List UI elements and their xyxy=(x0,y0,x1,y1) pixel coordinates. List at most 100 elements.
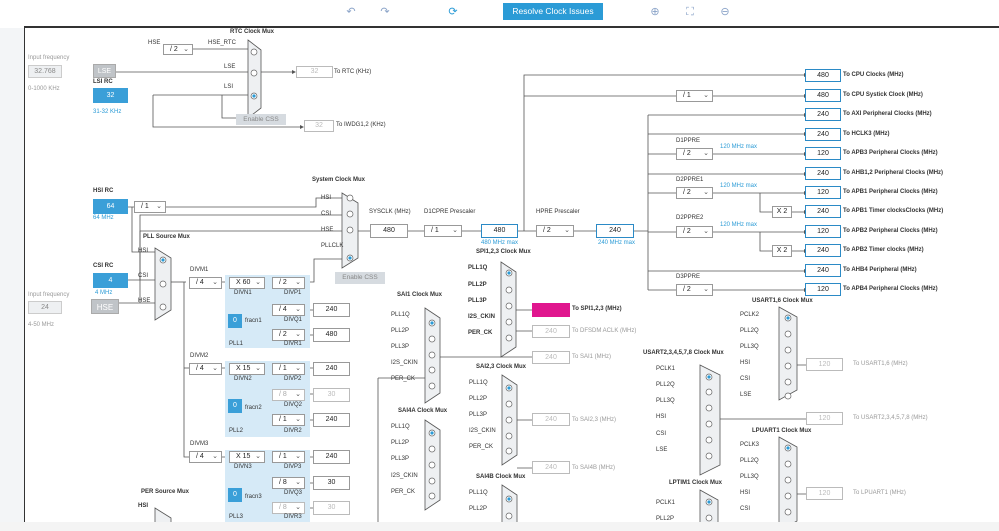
pll2-divm-select[interactable]: / 4 ⌄ xyxy=(189,363,222,375)
pll2-fracn-field[interactable]: 0 xyxy=(228,399,242,413)
out-apb2[interactable]: 120 xyxy=(805,225,841,238)
pll1-divr-output[interactable]: 480 xyxy=(313,328,350,342)
out-axi[interactable]: 240 xyxy=(805,108,841,121)
rtc-enable-css-button[interactable]: Enable CSS xyxy=(236,114,286,125)
pll1-divq-output[interactable]: 240 xyxy=(313,303,350,317)
sai23-output: 240 xyxy=(532,413,570,426)
sysclk-label: SYSCLK (MHz) xyxy=(369,209,411,215)
d2ppre1-label: D2PPRE1 xyxy=(676,177,704,183)
hse-input-field[interactable]: 24 xyxy=(28,301,62,314)
sai23-output-label: To SAI2,3 (MHz) xyxy=(572,417,617,423)
pll1-divr-select[interactable]: / 2 ⌄ xyxy=(272,329,305,341)
d1cpre-select[interactable]: / 1 ⌄ xyxy=(424,225,462,237)
bottom-scroll-strip[interactable] xyxy=(0,522,999,531)
d1ppre-label: D1PPRE xyxy=(676,138,701,144)
out-apb1[interactable]: 120 xyxy=(805,186,841,199)
pll1-divp-select[interactable]: / 2 ⌄ xyxy=(272,277,305,289)
usart2-mux-title: USART2,3,4,5,7,8 Clock Mux xyxy=(643,350,724,356)
csi-rc-button[interactable]: 4 xyxy=(93,273,128,288)
per-source-mux-title: PER Source Mux xyxy=(141,489,190,495)
sai23-in-0: PLL1Q xyxy=(469,380,488,386)
out-apb2-timer[interactable]: 240 xyxy=(805,244,841,257)
pll3-divq-output[interactable]: 30 xyxy=(313,476,350,490)
pll2-divr-select[interactable]: / 1 ⌄ xyxy=(272,414,305,426)
spi123-output-error[interactable] xyxy=(532,303,570,317)
lsi-rc-button[interactable]: 32 xyxy=(93,88,128,103)
out-apb4[interactable]: 120 xyxy=(805,283,841,296)
sai4a-in-2: PLL3P xyxy=(391,456,410,462)
rtc-hse-divider-select[interactable]: / 2 ⌄ xyxy=(163,44,193,55)
usart2-in-4: CSI xyxy=(656,431,667,437)
lse-button[interactable]: LSE xyxy=(93,64,116,78)
out-cpu-clocks[interactable]: 480 xyxy=(805,69,841,82)
sysclk-value[interactable]: 480 xyxy=(370,224,408,238)
out-ahb12[interactable]: 240 xyxy=(805,167,841,180)
out-hclk3-label: To HCLK3 (MHz) xyxy=(843,131,890,137)
out-apb3[interactable]: 120 xyxy=(805,147,841,160)
hpre-select[interactable]: / 2 ⌄ xyxy=(536,225,574,237)
out-apb1-timer[interactable]: 240 xyxy=(805,205,841,218)
sai1-output: 240 xyxy=(532,351,570,364)
pll3-divn-select[interactable]: X 15 ⌄ xyxy=(229,451,265,463)
pll1-divm-select[interactable]: / 4 ⌄ xyxy=(189,277,222,289)
out-apb2-label: To APB2 Peripheral Clocks (MHz) xyxy=(843,228,938,234)
apb1-timer-mult: X 2 xyxy=(772,206,792,218)
pll3-divr-select[interactable]: / 8 ⌄ xyxy=(272,502,305,514)
pll3-divp-select[interactable]: / 1 ⌄ xyxy=(272,451,305,463)
out-ahb4[interactable]: 240 xyxy=(805,264,841,277)
spi-in-3: I2S_CKIN xyxy=(468,314,496,320)
out-cpu-systick[interactable]: 480 xyxy=(805,89,841,102)
hsi-divider-select[interactable]: / 1 ⌄ xyxy=(134,201,166,213)
sai4a-in-3: I2S_CKIN xyxy=(391,473,418,479)
pll2-divp-label: DIVP2 xyxy=(284,376,302,382)
pll3-divp-label: DIVP3 xyxy=(284,464,302,470)
rtc-output-label: To RTC (KHz) xyxy=(334,69,372,75)
pll3-divq-select[interactable]: / 8 ⌄ xyxy=(272,477,305,489)
d1ppre-max: 120 MHz max xyxy=(720,144,758,150)
pll3-divq-label: DIVQ3 xyxy=(284,490,303,496)
pll2-divq-select[interactable]: / 8 ⌄ xyxy=(272,389,305,401)
lse-input-field[interactable]: 32.768 xyxy=(28,65,62,78)
systick-divider-select[interactable]: / 1 ⌄ xyxy=(676,90,713,102)
pll2-divr-label: DIVR2 xyxy=(284,428,302,434)
d3ppre-select[interactable]: / 2 ⌄ xyxy=(676,284,713,296)
pll3-divp-output[interactable]: 240 xyxy=(313,450,350,464)
sys-mux-pllclk-label: PLLCLK xyxy=(321,243,344,249)
pll2-divm-label: DIVM2 xyxy=(190,353,209,359)
hsi-rc-button[interactable]: 64 xyxy=(93,199,128,214)
pll3-divm-select[interactable]: / 4 ⌄ xyxy=(189,451,222,463)
hse-button[interactable]: HSE xyxy=(91,299,119,314)
d2ppre1-select[interactable]: / 2 ⌄ xyxy=(676,187,713,199)
usart16-in-5: LSE xyxy=(740,392,752,398)
pll1-divn-select[interactable]: X 60 ⌄ xyxy=(229,277,265,289)
sys-enable-css-button[interactable]: Enable CSS xyxy=(335,272,385,284)
hpre-output[interactable]: 240 xyxy=(596,224,634,238)
hsi-rc-title: HSI RC xyxy=(93,188,114,194)
spi123-output-label: To SPI1,2,3 (MHz) xyxy=(572,306,622,312)
d2ppre2-select[interactable]: / 2 ⌄ xyxy=(676,226,713,238)
hpre-max: 240 MHz max xyxy=(598,240,636,246)
d1cpre-output[interactable]: 480 xyxy=(481,224,518,238)
d1ppre-select[interactable]: / 2 ⌄ xyxy=(676,148,713,160)
pll2-divn-select[interactable]: X 15 ⌄ xyxy=(229,363,265,375)
pll2-divp-output[interactable]: 240 xyxy=(313,362,350,376)
sai1-in-1: PLL2P xyxy=(391,328,410,334)
pll3-name: PLL3 xyxy=(229,514,244,520)
pll2-divq-output[interactable]: 30 xyxy=(313,388,350,402)
out-apb4-label: To APB4 Peripheral Clocks (MHz) xyxy=(843,286,938,292)
sai4b-output-label: To SAI4B (MHz) xyxy=(572,465,616,471)
out-cpu-clocks-label: To CPU Clocks (MHz) xyxy=(843,72,904,78)
pll2-divp-select[interactable]: / 1 ⌄ xyxy=(272,363,305,375)
usart16-in-3: HSI xyxy=(740,360,751,366)
pll3-fracn-field[interactable]: 0 xyxy=(228,488,242,502)
pll2-divr-output[interactable]: 240 xyxy=(313,413,350,427)
usart2-in-1: PLL2Q xyxy=(656,382,675,388)
pll1-fracn-field[interactable]: 0 xyxy=(228,314,242,328)
pll3-divr-output[interactable]: 30 xyxy=(313,501,350,515)
pll1-divq-select[interactable]: / 4 ⌄ xyxy=(272,304,305,316)
out-hclk3[interactable]: 240 xyxy=(805,128,841,141)
rtc-hse-rtc-label: HSE_RTC xyxy=(208,40,236,46)
sai4b-mux-title: SAI4B Clock Mux xyxy=(476,474,526,480)
spi-in-0: PLL1Q xyxy=(468,265,488,271)
pll2-fracn-label: fracn2 xyxy=(245,405,262,411)
